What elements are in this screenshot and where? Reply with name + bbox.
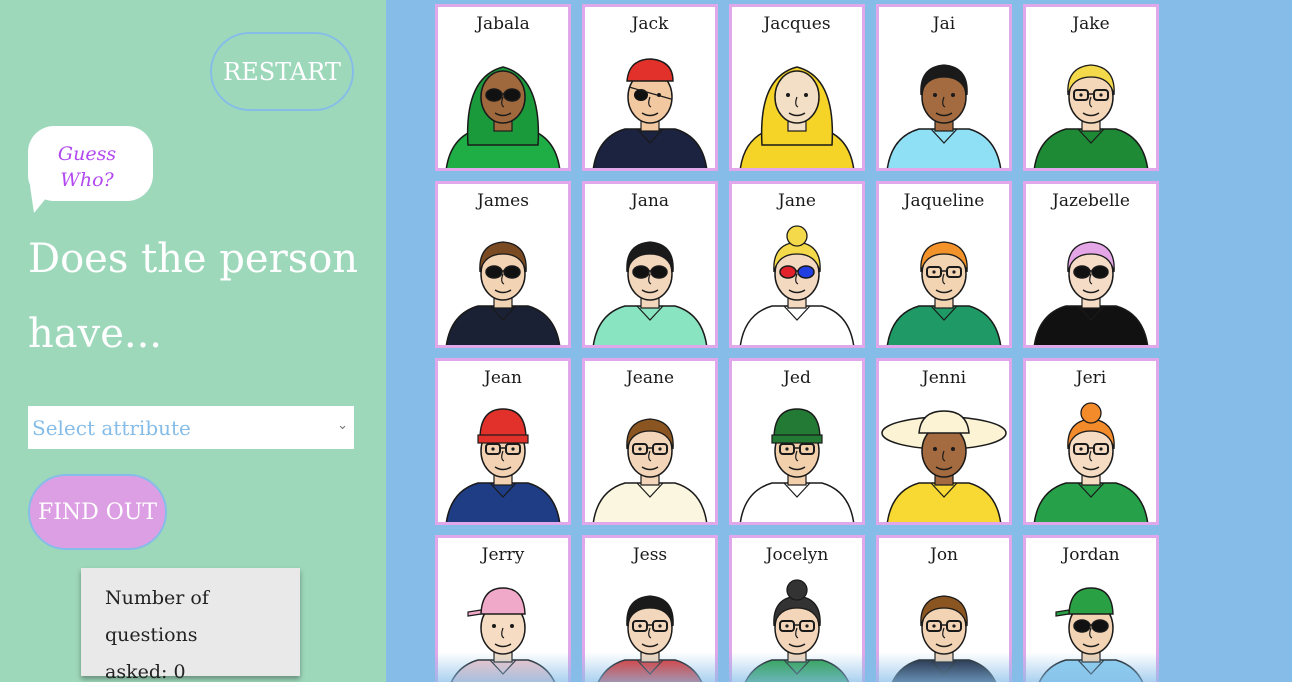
character-portrait: [739, 66, 855, 168]
character-card[interactable]: Jean: [435, 358, 571, 525]
character-name: Jenni: [921, 368, 967, 388]
character-card[interactable]: Jeri: [1023, 358, 1159, 525]
character-name: Jerry: [481, 545, 525, 565]
character-name: James: [477, 191, 529, 211]
counter-line-1: Number of questions: [105, 587, 209, 646]
logo-line-1: Guess: [57, 143, 117, 165]
character-name: Jed: [783, 368, 811, 388]
character-portrait: [1033, 402, 1149, 522]
question-line-2: have...: [28, 311, 163, 357]
question-prompt: Does the person have...: [28, 222, 368, 372]
character-name: Jai: [932, 14, 956, 34]
character-card[interactable]: Jana: [582, 181, 718, 348]
character-name: Jacques: [763, 14, 831, 34]
character-name: Jake: [1072, 14, 1110, 34]
character-portrait: [445, 241, 561, 345]
character-name: Jack: [631, 14, 669, 34]
restart-button[interactable]: RESTART: [210, 32, 354, 111]
attribute-select-value: Select attribute: [32, 415, 191, 440]
question-counter: Number of questions asked: 0: [81, 568, 300, 682]
character-portrait: [881, 410, 1007, 522]
character-card[interactable]: Jeane: [582, 358, 718, 525]
character-card[interactable]: Jabala: [435, 4, 571, 171]
character-portrait: [886, 241, 1002, 345]
character-name: Jabala: [476, 14, 530, 34]
character-portrait: [886, 64, 1002, 168]
character-card[interactable]: Jai: [876, 4, 1012, 171]
question-line-1: Does the person: [28, 236, 359, 282]
character-card[interactable]: Jazebelle: [1023, 181, 1159, 348]
character-name: Jazebelle: [1052, 191, 1130, 211]
character-portrait: [592, 241, 708, 345]
character-name: Jane: [778, 191, 816, 211]
character-portrait: [592, 418, 708, 522]
character-card[interactable]: Jed: [729, 358, 865, 525]
character-portrait: [1033, 64, 1149, 168]
character-name: Jeri: [1075, 368, 1107, 388]
logo-line-2: Who?: [60, 169, 114, 191]
character-name: Jean: [484, 368, 522, 388]
sidebar: RESTART Guess Who? Does the person have.…: [0, 0, 386, 682]
board-fade: [386, 652, 1292, 682]
character-name: Jaqueline: [903, 191, 985, 211]
chevron-down-icon: ⌄: [337, 418, 348, 433]
character-portrait: [445, 408, 561, 522]
counter-line-2: asked: 0: [105, 661, 186, 682]
character-portrait: [739, 225, 855, 345]
guess-who-logo: Guess Who?: [28, 141, 146, 193]
character-card[interactable]: Jaqueline: [876, 181, 1012, 348]
character-card[interactable]: Jack: [582, 4, 718, 171]
character-name: Jon: [930, 545, 958, 565]
character-name: Jess: [632, 545, 668, 565]
character-name: Jocelyn: [765, 545, 829, 565]
character-card[interactable]: Jake: [1023, 4, 1159, 171]
character-portrait: [592, 58, 708, 168]
character-name: Jana: [630, 191, 670, 211]
character-portrait: [445, 66, 561, 168]
character-card[interactable]: Jane: [729, 181, 865, 348]
character-portrait: [1033, 241, 1149, 345]
character-card[interactable]: Jenni: [876, 358, 1012, 525]
character-name: Jeane: [625, 368, 675, 388]
character-name: Jordan: [1062, 545, 1120, 565]
character-card[interactable]: Jacques: [729, 4, 865, 171]
find-out-button[interactable]: FIND OUT: [28, 474, 167, 550]
character-card[interactable]: James: [435, 181, 571, 348]
attribute-select[interactable]: Select attribute ⌄: [28, 406, 354, 449]
character-portrait: [739, 408, 855, 522]
